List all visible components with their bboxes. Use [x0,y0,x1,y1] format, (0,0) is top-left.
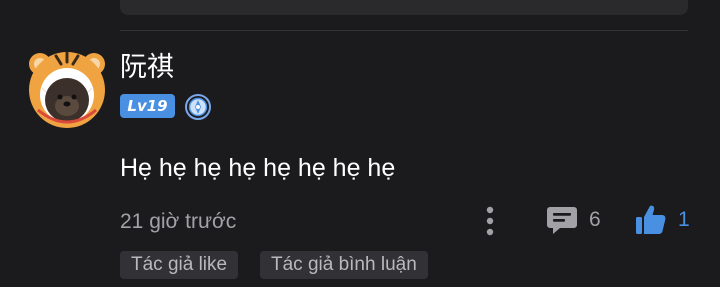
comment-timestamp: 21 giờ trước [120,210,237,233]
medal-badge-icon[interactable] [184,93,212,121]
tiger-hood-avatar-icon [29,51,105,128]
author-liked-tag: Tác giả like [120,251,239,279]
like-button[interactable]: 1 [634,203,690,237]
username[interactable]: 阮祺 [120,50,174,84]
comment-divider [120,30,688,31]
previous-comment-card [120,0,688,15]
more-vertical-icon [486,206,494,236]
thumbs-up-icon [636,205,666,234]
like-count: 1 [678,208,690,231]
author-replied-tag: Tác giả bình luận [260,251,428,279]
more-options-button[interactable] [480,204,500,238]
level-badge: Lv19 [120,94,175,118]
avatar[interactable] [26,48,108,130]
comment-icon [547,207,577,234]
reply-button[interactable]: 6 [545,203,601,237]
comment-text: Hẹ hẹ hẹ hẹ hẹ hẹ hẹ hẹ [120,154,396,182]
reply-count: 6 [589,208,601,231]
